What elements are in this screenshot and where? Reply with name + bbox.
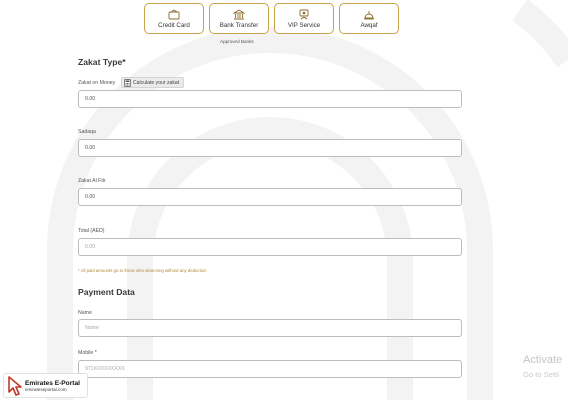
total-aed-input[interactable]: 0.00 <box>78 238 462 256</box>
total-aed-label: Total (AED) <box>78 228 105 234</box>
payment-method-label: Credit Card <box>158 21 190 29</box>
name-label: Name <box>78 310 92 316</box>
approved-banks-link[interactable]: Approved Banks <box>220 39 254 44</box>
logo-name: Emirates E-Portal <box>25 379 80 387</box>
calculator-icon <box>124 78 131 87</box>
deduction-note: * All paid amounts go to those who deser… <box>78 268 207 273</box>
sadaqa-input[interactable]: 0.00 <box>78 139 462 157</box>
emirates-eportal-logo: Emirates E-Portal emirateseportal.com <box>3 373 88 398</box>
zakat-al-fitr-label: Zakat Al Fitr <box>78 178 106 184</box>
calculate-zakat-label: Calculate your zakat <box>133 79 180 86</box>
payment-method-selector: Credit Card Bank Transfer VIP Service Aw… <box>144 3 399 34</box>
calculate-zakat-button[interactable]: Calculate your zakat <box>121 77 185 88</box>
credit-card-icon <box>168 8 180 19</box>
payment-method-label: VIP Service <box>287 21 321 29</box>
mobile-label: Mobile * <box>78 350 97 356</box>
payment-data-title: Payment Data <box>78 287 135 297</box>
vip-icon <box>299 9 309 19</box>
logo-url: emirateseportal.com <box>25 386 67 392</box>
zakat-on-money-label: Zakat on Money <box>78 80 116 86</box>
bank-icon <box>233 8 245 19</box>
payment-method-label: Bank Transfer <box>219 21 259 29</box>
zakat-al-fitr-input[interactable]: 0.00 <box>78 188 462 206</box>
name-input[interactable]: Name <box>78 319 462 337</box>
activate-windows-subtitle: Go to Setti <box>523 370 559 379</box>
activate-windows-title: Activate <box>523 354 563 366</box>
payment-method-bank-transfer[interactable]: Bank Transfer <box>209 3 269 34</box>
payment-method-label: Awqaf <box>360 21 378 29</box>
payment-method-credit-card[interactable]: Credit Card <box>144 3 204 34</box>
awqaf-dome-icon <box>364 10 374 19</box>
zakat-type-title: Zakat Type* <box>78 57 126 67</box>
mobile-input[interactable]: 971XXXXXXXXX <box>78 360 462 378</box>
zakat-on-money-input[interactable]: 0.00 <box>78 90 462 108</box>
payment-method-awqaf[interactable]: Awqaf <box>339 3 399 34</box>
cursor-arrow-logo-icon <box>8 375 22 396</box>
payment-method-vip-service[interactable]: VIP Service <box>274 3 334 34</box>
sadaqa-label: Sadaqa <box>78 129 96 135</box>
